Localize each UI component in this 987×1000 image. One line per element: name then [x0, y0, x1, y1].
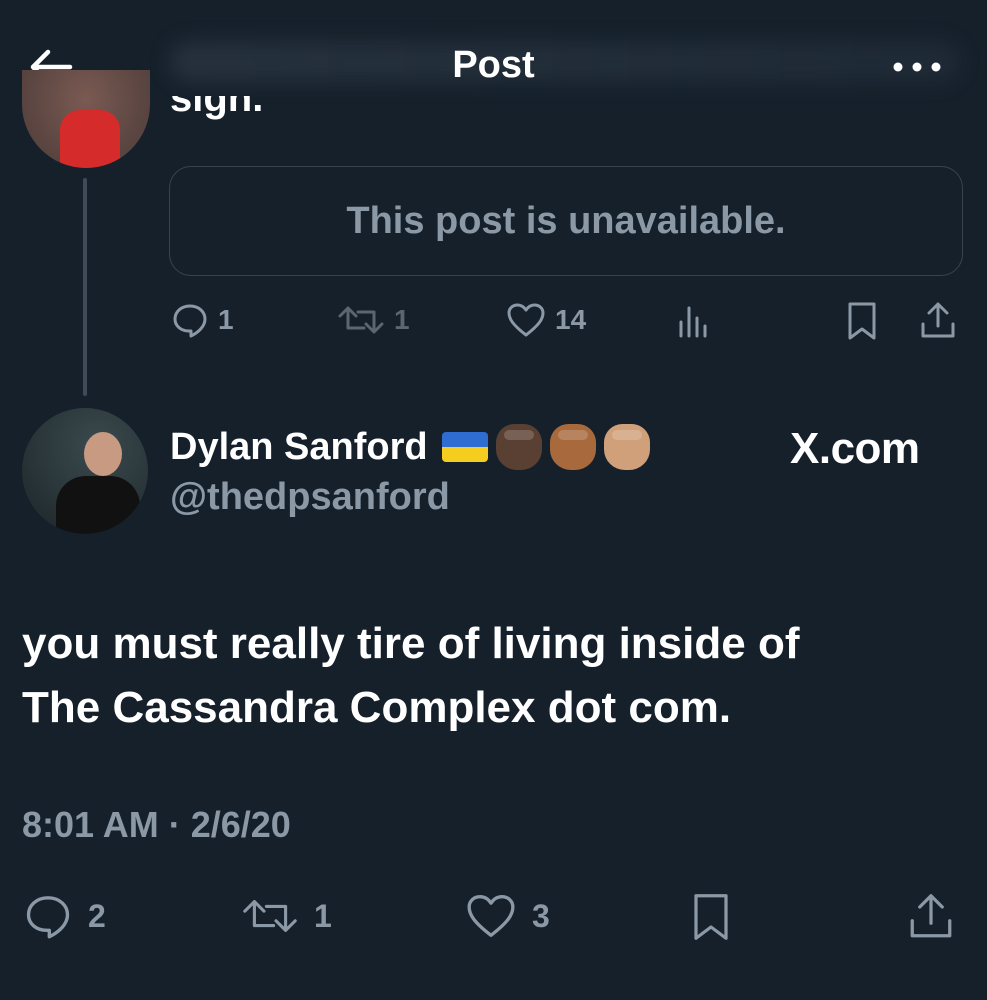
- parent-reply-button[interactable]: 1: [170, 300, 234, 340]
- raised-fist-medium-icon: [549, 424, 596, 470]
- raised-fist-dark-icon: [495, 424, 542, 470]
- parent-repost-button[interactable]: 1: [336, 300, 410, 340]
- analytics-icon: [679, 306, 707, 338]
- parent-bookmark-button[interactable]: [842, 300, 882, 342]
- author-name: Dylan Sanford: [170, 425, 428, 468]
- parent-share-button[interactable]: [918, 300, 958, 342]
- reply-button[interactable]: 2: [22, 890, 106, 942]
- raised-fist-medium-light-icon: [603, 424, 650, 470]
- parent-views-button[interactable]: [674, 300, 714, 340]
- post-text-line: The Cassandra Complex dot com.: [22, 683, 732, 732]
- parent-post-avatar[interactable]: [22, 70, 150, 168]
- heart-icon: [507, 303, 545, 337]
- unavailable-notice: This post is unavailable.: [346, 199, 786, 242]
- parent-repost-count: 1: [394, 304, 410, 335]
- reply-icon: [173, 304, 207, 338]
- author-handle[interactable]: @thedpsanford: [170, 476, 450, 519]
- author-avatar[interactable]: [22, 408, 148, 534]
- name-emoji-badges: [441, 424, 650, 470]
- parent-reply-count: 1: [218, 304, 234, 335]
- bookmark-icon: [848, 302, 876, 340]
- share-icon: [921, 302, 955, 338]
- bookmark-button[interactable]: [686, 890, 736, 944]
- post-body-text: you must really tire of living inside of…: [22, 612, 962, 740]
- more-options-button[interactable]: [888, 52, 948, 82]
- unavailable-quoted-post: This post is unavailable.: [169, 166, 963, 276]
- reply-count: 2: [88, 897, 106, 934]
- reply-icon: [26, 896, 70, 939]
- repost-button[interactable]: 1: [240, 890, 332, 942]
- parent-post-actions: 1 1 14: [0, 300, 987, 350]
- parent-like-count: 14: [555, 304, 587, 335]
- like-button[interactable]: 3: [464, 890, 550, 942]
- x-com-watermark: X.com: [790, 424, 920, 473]
- heart-icon: [467, 895, 515, 937]
- repost-icon: [338, 306, 384, 334]
- parent-like-button[interactable]: 14: [505, 300, 586, 340]
- like-count: 3: [532, 897, 550, 934]
- share-button[interactable]: [906, 890, 956, 944]
- share-icon: [910, 894, 952, 938]
- more-dots-icon: [893, 62, 941, 72]
- bookmark-icon: [694, 894, 728, 940]
- repost-icon: [243, 900, 297, 932]
- post-timestamp[interactable]: 8:01 AM · 2/6/20: [22, 804, 291, 846]
- author-name-row[interactable]: Dylan Sanford: [170, 424, 650, 470]
- post-actions: 2 1 3: [0, 890, 987, 950]
- post-text-line: you must really tire of living inside of: [22, 619, 800, 668]
- repost-count: 1: [314, 897, 332, 934]
- thread-connector-line: [83, 178, 87, 396]
- parent-post-text: sign.: [170, 96, 264, 120]
- ukraine-flag-icon: [441, 432, 488, 462]
